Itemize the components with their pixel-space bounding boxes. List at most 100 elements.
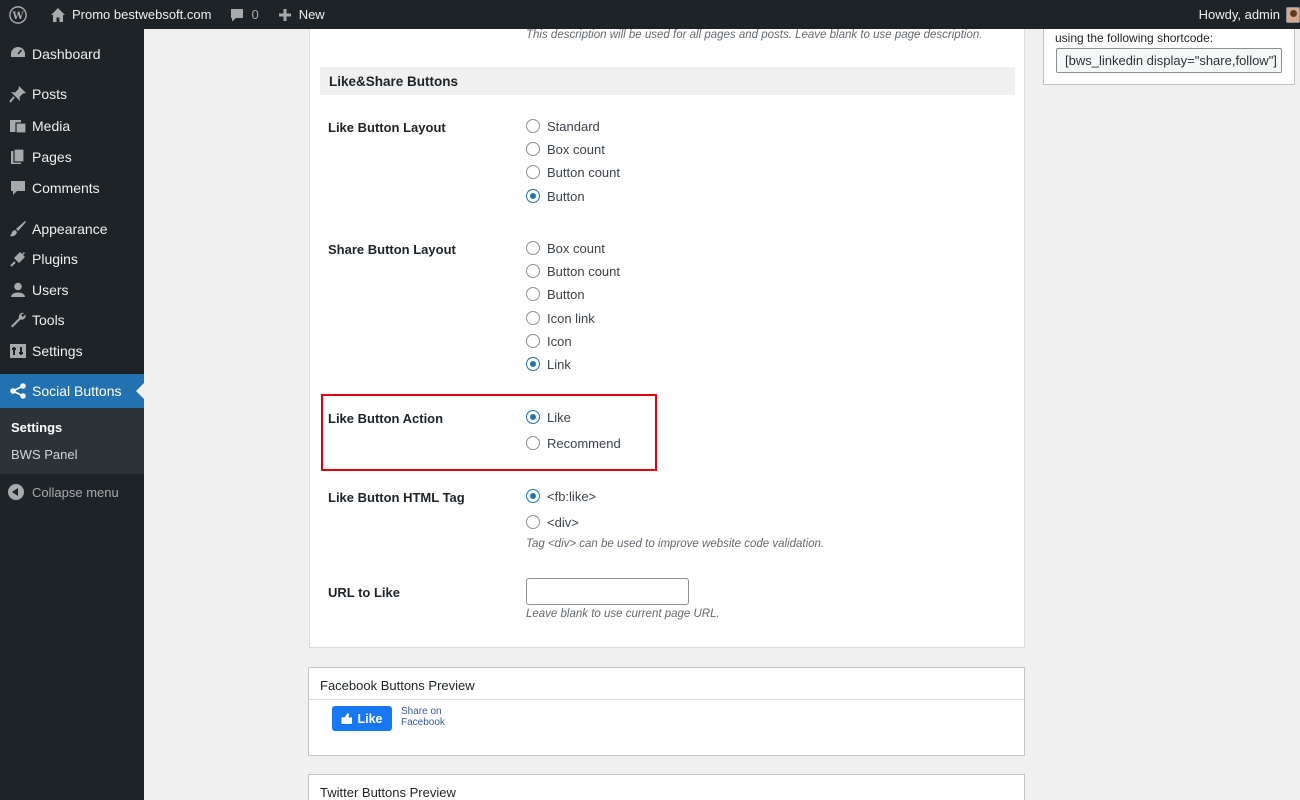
sidebar-item-pages[interactable]: Pages — [0, 141, 144, 172]
shortcode-code[interactable]: [bws_linkedin display="share,follow"] — [1056, 48, 1282, 73]
html-tag-label: Like Button HTML Tag — [328, 490, 465, 505]
submenu-item-settings[interactable]: Settings — [0, 414, 144, 441]
greeting: Howdy, admin — [1198, 7, 1280, 22]
sidebar-item-posts[interactable]: Posts — [0, 77, 144, 111]
thumbs-up-icon — [341, 713, 353, 724]
collapse-menu-button[interactable]: Collapse menu — [0, 474, 144, 500]
share-layout-label: Share Button Layout — [328, 242, 456, 257]
sidebar-item-appearance[interactable]: Appearance — [0, 213, 144, 244]
radio-button[interactable] — [526, 119, 540, 133]
html-tag-option-fb-like[interactable]: <fb:like> — [526, 487, 596, 505]
sidebar-item-label: Appearance — [32, 220, 108, 237]
admin-sidebar: Dashboard Posts Media Pages Comments App… — [0, 29, 144, 800]
comments-count: 0 — [251, 7, 259, 22]
html-tag-option-div[interactable]: <div> — [526, 513, 579, 531]
url-to-like-label: URL to Like — [328, 585, 400, 600]
settings-panel: This description will be used for all pa… — [309, 29, 1025, 648]
plug-icon — [8, 249, 28, 269]
url-to-like-input[interactable] — [526, 578, 689, 605]
share-icon — [8, 381, 28, 401]
sidebar-item-dashboard[interactable]: Dashboard — [0, 37, 144, 71]
radio-button[interactable] — [526, 165, 540, 179]
like-layout-option-standard[interactable]: Standard — [526, 117, 600, 135]
share-layout-option-box-count[interactable]: Box count — [526, 239, 605, 257]
twitter-preview-box: Twitter Buttons Preview — [308, 774, 1025, 800]
option-label: Box count — [547, 240, 605, 256]
radio-button[interactable] — [526, 241, 540, 255]
share-layout-option-link[interactable]: Link — [526, 355, 571, 373]
admin-bar: W Promo bestwebsoft.com 0 New Howdy, adm… — [0, 0, 1300, 29]
home-icon — [48, 5, 68, 25]
facebook-like-button[interactable]: Like — [332, 706, 392, 731]
like-layout-option-button-count[interactable]: Button count — [526, 163, 620, 181]
sidebar-item-social-buttons[interactable]: Social Buttons — [0, 374, 144, 408]
share-layout-option-button-count[interactable]: Button count — [526, 262, 620, 280]
sidebar-item-label: Dashboard — [32, 46, 101, 62]
option-label: Standard — [547, 118, 600, 134]
sidebar-item-tools[interactable]: Tools — [0, 305, 144, 335]
radio-button-checked[interactable] — [526, 489, 540, 503]
highlight-frame — [321, 394, 657, 471]
like-layout-option-box-count[interactable]: Box count — [526, 140, 605, 158]
radio-button[interactable] — [526, 311, 540, 325]
new-label: New — [298, 7, 325, 22]
shortcode-text: using the following shortcode: — [1055, 31, 1214, 45]
sidebar-item-label: Settings — [32, 342, 83, 359]
facebook-share-link[interactable]: Share on Facebook — [401, 706, 461, 728]
comment-icon — [8, 178, 28, 198]
plus-icon — [275, 5, 295, 25]
site-name: Promo bestwebsoft.com — [72, 7, 212, 22]
social-buttons-submenu: Settings BWS Panel — [0, 408, 144, 474]
like-label: Like — [357, 711, 383, 726]
sidebar-item-label: Users — [32, 281, 69, 298]
facebook-preview-box: Facebook Buttons Preview Like Share on F… — [308, 667, 1025, 756]
sidebar-item-label: Plugins — [32, 251, 78, 267]
twitter-preview-title: Twitter Buttons Preview — [320, 785, 456, 800]
new-content-link[interactable]: New — [267, 0, 333, 29]
share-layout-option-button[interactable]: Button — [526, 285, 585, 303]
sidebar-item-label: Social Buttons — [32, 383, 122, 399]
radio-button-checked[interactable] — [526, 189, 540, 203]
sidebar-item-settings[interactable]: Settings — [0, 335, 144, 366]
my-account-link[interactable]: Howdy, admin — [1191, 0, 1300, 29]
submenu-item-bws-panel[interactable]: BWS Panel — [0, 441, 144, 468]
sidebar-item-media[interactable]: Media — [0, 111, 144, 141]
sidebar-item-label: Comments — [32, 179, 100, 196]
section-title: Like&Share Buttons — [320, 67, 1015, 95]
media-icon — [8, 116, 28, 136]
radio-button[interactable] — [526, 142, 540, 156]
sidebar-item-plugins[interactable]: Plugins — [0, 244, 144, 274]
share-layout-option-icon[interactable]: Icon — [526, 332, 572, 350]
svg-text:W: W — [11, 10, 24, 21]
share-layout-option-icon-link[interactable]: Icon link — [526, 309, 595, 327]
option-label: Icon link — [547, 310, 595, 326]
facebook-preview-title: Facebook Buttons Preview — [309, 668, 1024, 700]
sidebar-item-label: Posts — [32, 86, 68, 102]
radio-button-checked[interactable] — [526, 357, 540, 371]
option-label: Box count — [547, 141, 605, 157]
site-name-link[interactable]: Promo bestwebsoft.com — [40, 0, 219, 29]
radio-button[interactable] — [526, 287, 540, 301]
radio-button[interactable] — [526, 515, 540, 529]
comments-link[interactable]: 0 — [219, 0, 266, 29]
option-label: <fb:like> — [547, 488, 597, 504]
wordpress-icon: W — [8, 5, 28, 25]
radio-button[interactable] — [526, 264, 540, 278]
html-tag-description: Tag <div> can be used to improve website… — [526, 538, 825, 550]
option-label: Icon — [547, 333, 572, 349]
option-label: Button count — [547, 164, 620, 180]
sidebar-item-comments[interactable]: Comments — [0, 172, 144, 203]
radio-button[interactable] — [526, 334, 540, 348]
like-layout-option-button[interactable]: Button — [526, 187, 585, 205]
wordpress-logo-button[interactable]: W — [0, 0, 40, 29]
pages-icon — [8, 147, 28, 167]
option-label: Button — [547, 286, 585, 302]
description-text: This description will be used for all pa… — [526, 29, 983, 41]
sidebar-item-users[interactable]: Users — [0, 274, 144, 305]
settings-icon — [8, 341, 28, 361]
option-label: Button count — [547, 263, 620, 279]
option-label: <div> — [547, 514, 579, 530]
shortcode-box: using the following shortcode: [bws_link… — [1043, 29, 1295, 85]
url-to-like-description: Leave blank to use current page URL. — [526, 608, 720, 620]
avatar — [1286, 6, 1300, 23]
